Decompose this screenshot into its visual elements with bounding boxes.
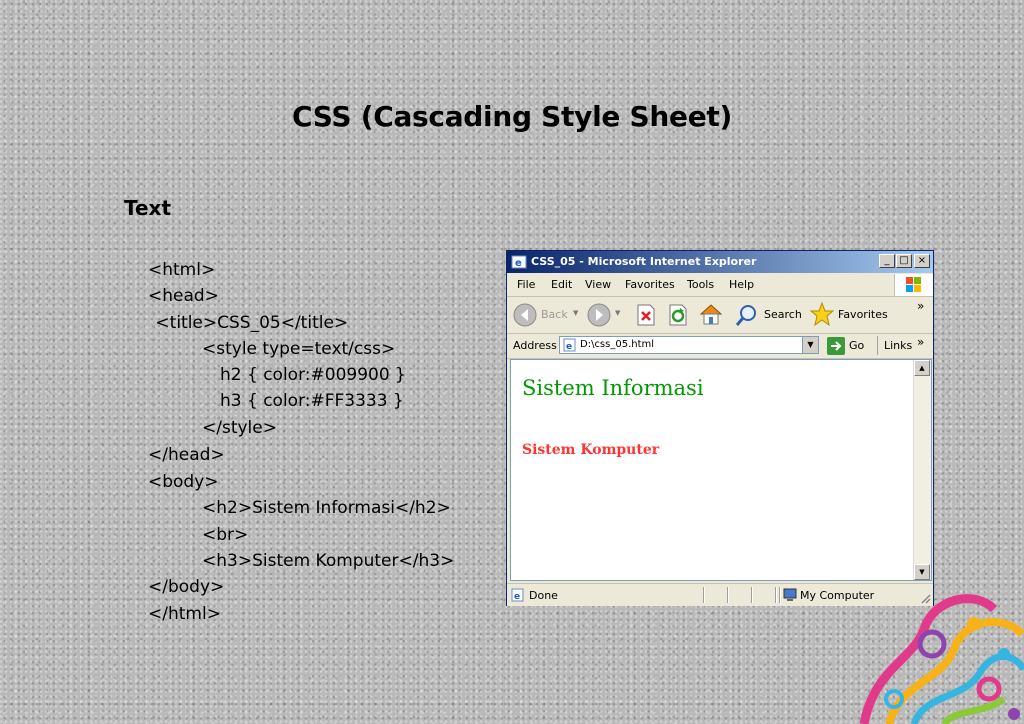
links-label[interactable]: Links (884, 339, 912, 352)
svg-text:e: e (515, 258, 522, 269)
section-label: Text (124, 196, 172, 220)
windows-logo-icon (894, 274, 933, 296)
svg-text:e: e (566, 342, 572, 352)
code-line: <br> (202, 525, 249, 545)
menu-file[interactable]: File (517, 278, 535, 291)
demo-heading-h2: Sistem Informasi (522, 376, 704, 400)
code-line: <html> (148, 260, 216, 280)
status-done: Done (529, 589, 558, 602)
back-label[interactable]: Back (541, 308, 568, 321)
browser-window: e CSS_05 - Microsoft Internet Explorer _… (506, 250, 934, 606)
scroll-down-icon[interactable]: ▼ (914, 564, 930, 580)
code-line: h3 { color:#FF3333 } (220, 391, 404, 411)
code-line: <h2>Sistem Informasi</h2> (202, 498, 451, 518)
code-line: h2 { color:#009900 } (220, 365, 406, 385)
address-divider (877, 336, 878, 355)
code-line: <h3>Sistem Komputer</h3> (202, 551, 455, 571)
status-divider (703, 587, 704, 603)
address-bar: Address e D:\css_05.html ▼ Go Links » (507, 334, 933, 359)
done-page-icon: e (511, 588, 524, 602)
go-icon[interactable] (827, 337, 845, 355)
code-line: <style type=text/css> (202, 339, 396, 359)
minimize-button[interactable]: _ (879, 254, 895, 268)
status-divider (779, 587, 780, 603)
stop-icon[interactable] (635, 303, 657, 327)
search-label[interactable]: Search (764, 308, 802, 321)
forward-dropdown-icon[interactable]: ▼ (615, 309, 620, 317)
address-value: D:\css_05.html (580, 339, 655, 350)
home-icon[interactable] (699, 302, 723, 326)
address-input[interactable]: e D:\css_05.html ▼ (559, 336, 819, 354)
window-titlebar[interactable]: e CSS_05 - Microsoft Internet Explorer _… (507, 251, 933, 273)
status-divider (751, 587, 752, 603)
slide-title: CSS (Cascading Style Sheet) (292, 100, 732, 133)
menu-favorites[interactable]: Favorites (625, 278, 675, 291)
menu-edit[interactable]: Edit (551, 278, 572, 291)
status-divider (727, 587, 728, 603)
links-overflow-icon[interactable]: » (917, 335, 924, 349)
menu-help[interactable]: Help (729, 278, 754, 291)
refresh-icon[interactable] (667, 303, 689, 327)
page-content: Sistem Informasi Sistem Komputer ▲ ▼ (510, 359, 932, 581)
address-dropdown-icon[interactable]: ▼ (802, 337, 818, 353)
menu-tools[interactable]: Tools (687, 278, 714, 291)
toolbar-overflow-icon[interactable]: » (917, 299, 924, 313)
code-line: </head> (148, 445, 225, 465)
demo-heading-h3: Sistem Komputer (522, 442, 660, 458)
go-label[interactable]: Go (849, 339, 864, 352)
close-button[interactable]: × (914, 254, 930, 268)
vertical-scrollbar[interactable]: ▲ ▼ (913, 360, 931, 580)
svg-text:e: e (514, 592, 520, 602)
scroll-up-icon[interactable]: ▲ (914, 360, 930, 376)
code-line: <body> (148, 472, 219, 492)
code-line: <title>CSS_05</title> (150, 313, 349, 333)
address-label: Address (513, 339, 557, 352)
forward-icon[interactable] (587, 303, 611, 327)
favorites-star-icon[interactable] (809, 301, 835, 327)
code-line: <head> (148, 286, 219, 306)
menu-view[interactable]: View (585, 278, 611, 291)
code-line: </html> (148, 604, 221, 624)
computer-icon (783, 588, 797, 601)
status-divider (775, 587, 776, 603)
decorative-swirl-ornament (859, 594, 1024, 724)
back-dropdown-icon[interactable]: ▼ (573, 309, 578, 317)
ie-icon: e (511, 255, 527, 269)
menu-bar: File Edit View Favorites Tools Help (507, 274, 933, 297)
page-icon: e (563, 338, 576, 352)
back-icon[interactable] (513, 303, 537, 327)
favorites-label[interactable]: Favorites (838, 308, 888, 321)
code-line: </body> (148, 577, 225, 597)
window-title: CSS_05 - Microsoft Internet Explorer (531, 255, 757, 268)
toolbar: Back ▼ ▼ Search Favorites » (507, 297, 933, 334)
code-line: </style> (202, 418, 277, 438)
search-icon[interactable] (735, 303, 759, 327)
maximize-button[interactable]: □ (896, 254, 912, 268)
